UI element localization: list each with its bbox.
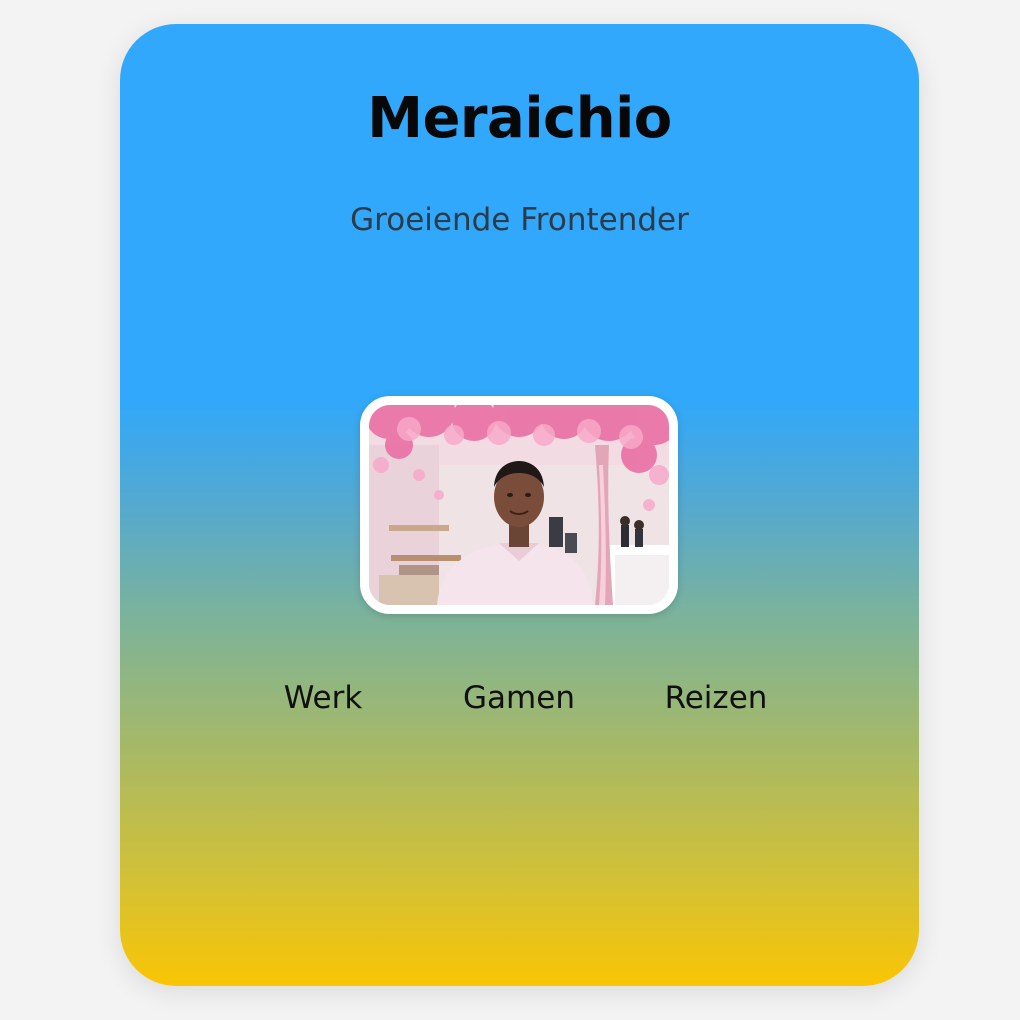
nav-link-werk[interactable]: Werk	[284, 680, 363, 716]
profile-name: Meraichio	[367, 86, 672, 151]
profile-subtitle: Groeiende Frontender	[350, 202, 689, 238]
interest-nav: Werk Gamen Reizen	[120, 680, 919, 724]
profile-photo	[360, 396, 678, 614]
profile-card: Meraichio Groeiende Frontender Werk Game…	[120, 24, 919, 986]
nav-link-reizen[interactable]: Reizen	[665, 680, 768, 716]
profile-photo-image	[369, 405, 669, 605]
nav-link-gamen[interactable]: Gamen	[463, 680, 575, 716]
